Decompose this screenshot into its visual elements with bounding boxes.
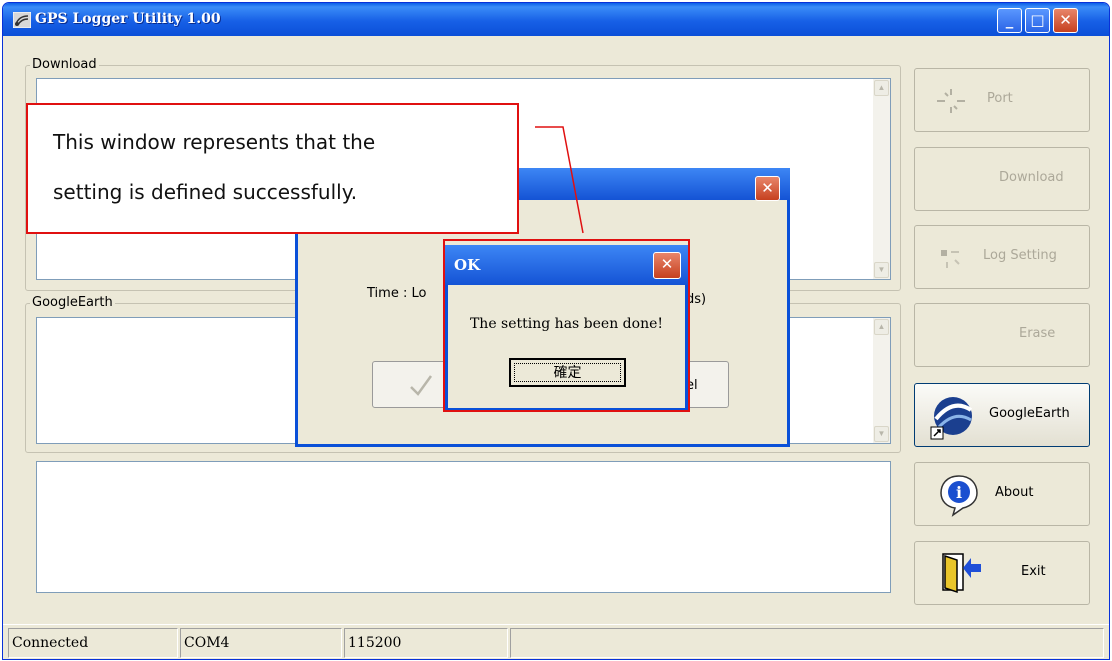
googleearth-scrollbar[interactable]: ▲ ▼ (873, 318, 890, 443)
erase-label: Erase (1019, 326, 1056, 341)
window-title: GPS Logger Utility 1.00 (35, 11, 221, 27)
maximize-button[interactable]: □ (1025, 8, 1050, 33)
exit-door-icon (942, 553, 981, 594)
log-setting-label: Log Setting (983, 248, 1057, 263)
annotation-callout: This window represents that the setting … (26, 103, 519, 234)
gps-app-icon (13, 12, 31, 28)
scroll-down-icon[interactable]: ▼ (874, 426, 889, 442)
port-icon (937, 89, 965, 113)
status-baud: 115200 (344, 628, 508, 658)
googleearth-label: GoogleEarth (989, 406, 1070, 421)
log-setting-close-button[interactable]: ✕ (755, 176, 780, 201)
svg-text:i: i (956, 483, 962, 502)
close-button[interactable]: ✕ (1053, 8, 1078, 33)
about-button[interactable]: i About (914, 462, 1090, 526)
scroll-up-icon[interactable]: ▲ (874, 80, 889, 96)
status-bar: Connected COM4 115200 (3, 624, 1109, 659)
googleearth-group-label: GoogleEarth (30, 295, 115, 310)
title-bar[interactable]: GPS Logger Utility 1.00 _ □ ✕ (3, 3, 1109, 36)
port-button[interactable]: Port (914, 68, 1090, 132)
download-scrollbar[interactable]: ▲ ▼ (873, 79, 890, 279)
status-port: COM4 (180, 628, 342, 658)
log-textbox[interactable] (36, 461, 891, 593)
annotation-highlight-box (443, 239, 690, 412)
info-icon: i (940, 475, 978, 517)
googleearth-button[interactable]: GoogleEarth (914, 383, 1090, 447)
scroll-up-icon[interactable]: ▲ (874, 319, 889, 335)
download-button[interactable]: Download (914, 147, 1090, 211)
annotation-line-2: setting is defined successfully. (53, 180, 358, 204)
log-setting-button[interactable]: Log Setting (914, 225, 1090, 289)
status-connection: Connected (8, 628, 178, 658)
checkmark-icon (410, 375, 433, 396)
log-setting-icon (941, 250, 960, 268)
minimize-button[interactable]: _ (997, 8, 1022, 33)
googleearth-icon (930, 397, 973, 440)
about-label: About (995, 485, 1034, 500)
time-label: Time : Lo (367, 286, 427, 301)
port-label: Port (987, 91, 1013, 106)
exit-button[interactable]: Exit (914, 541, 1090, 605)
download-group-label: Download (30, 57, 99, 72)
exit-label: Exit (1021, 564, 1046, 579)
erase-button[interactable]: Erase (914, 303, 1090, 367)
status-extra (510, 628, 1104, 658)
annotation-pointer (535, 126, 584, 234)
annotation-line-1: This window represents that the (53, 130, 376, 154)
download-label: Download (999, 170, 1064, 185)
scroll-down-icon[interactable]: ▼ (874, 262, 889, 278)
